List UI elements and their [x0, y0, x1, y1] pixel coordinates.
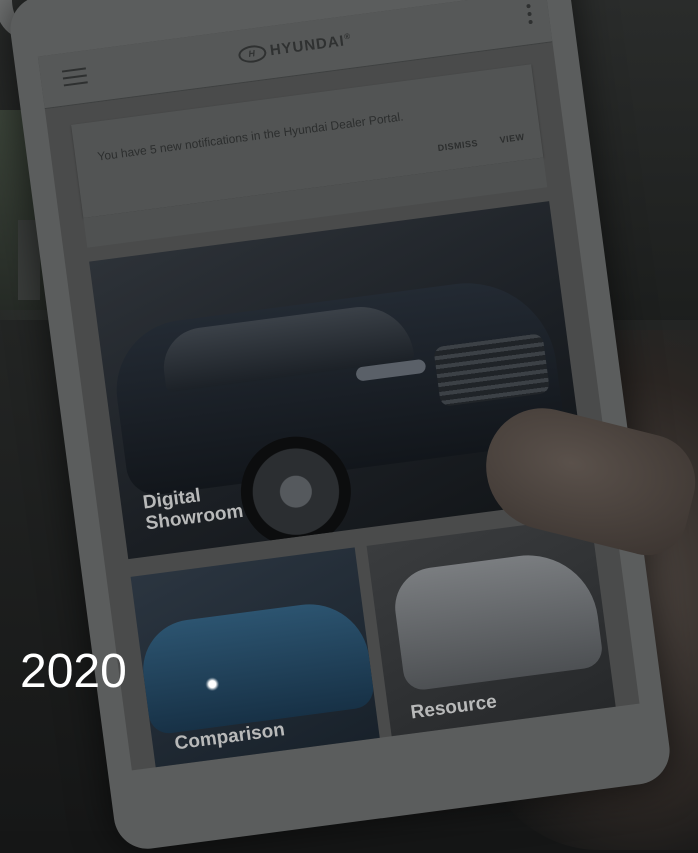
view-button[interactable]: VIEW: [499, 132, 525, 145]
resource-tile[interactable]: Resource: [366, 516, 617, 745]
resource-label: Resource: [409, 691, 499, 724]
brand-trademark: ®: [343, 31, 352, 42]
hyundai-logo-icon: H: [237, 43, 268, 64]
white-car-image: [390, 546, 605, 692]
notification-message: You have 5 new notifications in the Hyun…: [96, 109, 405, 164]
brand-name: HYUNDAI: [268, 32, 346, 60]
year-caption: 2020: [20, 645, 127, 698]
dismiss-button[interactable]: DISMISS: [437, 138, 478, 153]
comparison-tile[interactable]: Comparison: [130, 547, 381, 771]
blue-car-image: [137, 597, 376, 736]
notification-actions: DISMISS VIEW: [415, 132, 525, 156]
tablet-screen: H HYUNDAI® You have 5 new notifications i…: [37, 0, 640, 771]
